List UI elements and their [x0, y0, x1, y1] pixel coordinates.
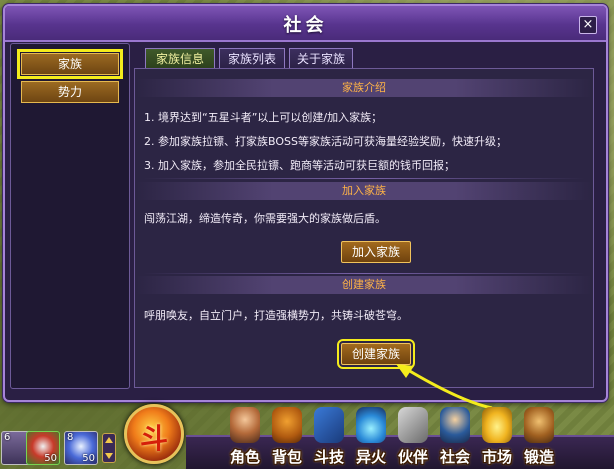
flame-icon	[356, 407, 386, 443]
slot-scroll-arrows[interactable]	[102, 433, 116, 463]
ingot-icon	[482, 407, 512, 443]
intro-line-2: 2. 参加家族拉镖、打家族BOSS等家族活动可获海量经验奖励，快速升级；	[144, 135, 507, 148]
arrow-down-icon[interactable]	[105, 453, 113, 459]
skill-book-icon	[314, 407, 344, 443]
tab-family-info[interactable]: 家族信息	[145, 48, 215, 69]
bottom-hud: 6 50 8 50 斗 角色 背包 斗技 异火 伙伴 社会 市场 锻造	[0, 401, 614, 469]
tab-about-family[interactable]: 关于家族	[289, 48, 353, 69]
category-sidebar: 家族 势力	[10, 43, 130, 389]
window-title: 社会	[283, 15, 328, 36]
create-description: 呼朋唤友，自立门户，打造强横势力，共铸斗破苍穹。	[144, 309, 408, 322]
quick-slot-3-potion[interactable]: 8 50	[64, 431, 98, 465]
join-heading: 加入家族	[136, 182, 592, 200]
close-button[interactable]: ×	[579, 16, 597, 34]
partner-icon	[398, 407, 428, 443]
family-info-panel: 家族介绍 1. 境界达到“五星斗者”以上可以创建/加入家族； 2. 参加家族拉镖…	[134, 68, 594, 388]
slot-key-number: 8	[67, 432, 74, 443]
join-description: 闯荡江湖，缔造传奇，你需要强大的家族做后盾。	[144, 212, 386, 225]
anvil-icon	[524, 407, 554, 443]
create-heading: 创建家族	[136, 276, 592, 294]
character-icon	[230, 407, 260, 443]
menu-item-label: 锻造	[523, 448, 554, 466]
intro-line-3: 3. 加入家族，参加全民拉镖、跑商等活动可获巨额的钱币回报；	[144, 159, 455, 172]
slot-item-count: 50	[44, 453, 57, 464]
bag-icon	[272, 407, 302, 443]
menu-item-forge[interactable]: 锻造	[516, 405, 562, 467]
orb-label: 斗	[139, 422, 168, 455]
divider	[143, 178, 585, 179]
society-icon	[440, 407, 470, 443]
window-titlebar[interactable]: 社会 ×	[5, 6, 606, 42]
divider	[143, 273, 585, 274]
join-family-button[interactable]: 加入家族	[341, 241, 411, 263]
arrow-up-icon[interactable]	[105, 437, 113, 443]
battle-orb-button[interactable]: 斗	[124, 404, 184, 464]
slot-key-number: 6	[4, 432, 11, 443]
sidebar-item-family[interactable]: 家族	[17, 49, 123, 79]
slot-item-count: 50	[82, 453, 95, 464]
quick-slot-2-potion[interactable]: 50	[26, 431, 60, 465]
intro-line-1: 1. 境界达到“五星斗者”以上可以创建/加入家族；	[144, 111, 383, 124]
intro-heading: 家族介绍	[136, 79, 592, 97]
tab-family-list[interactable]: 家族列表	[219, 48, 285, 69]
sidebar-item-faction[interactable]: 势力	[21, 81, 119, 103]
